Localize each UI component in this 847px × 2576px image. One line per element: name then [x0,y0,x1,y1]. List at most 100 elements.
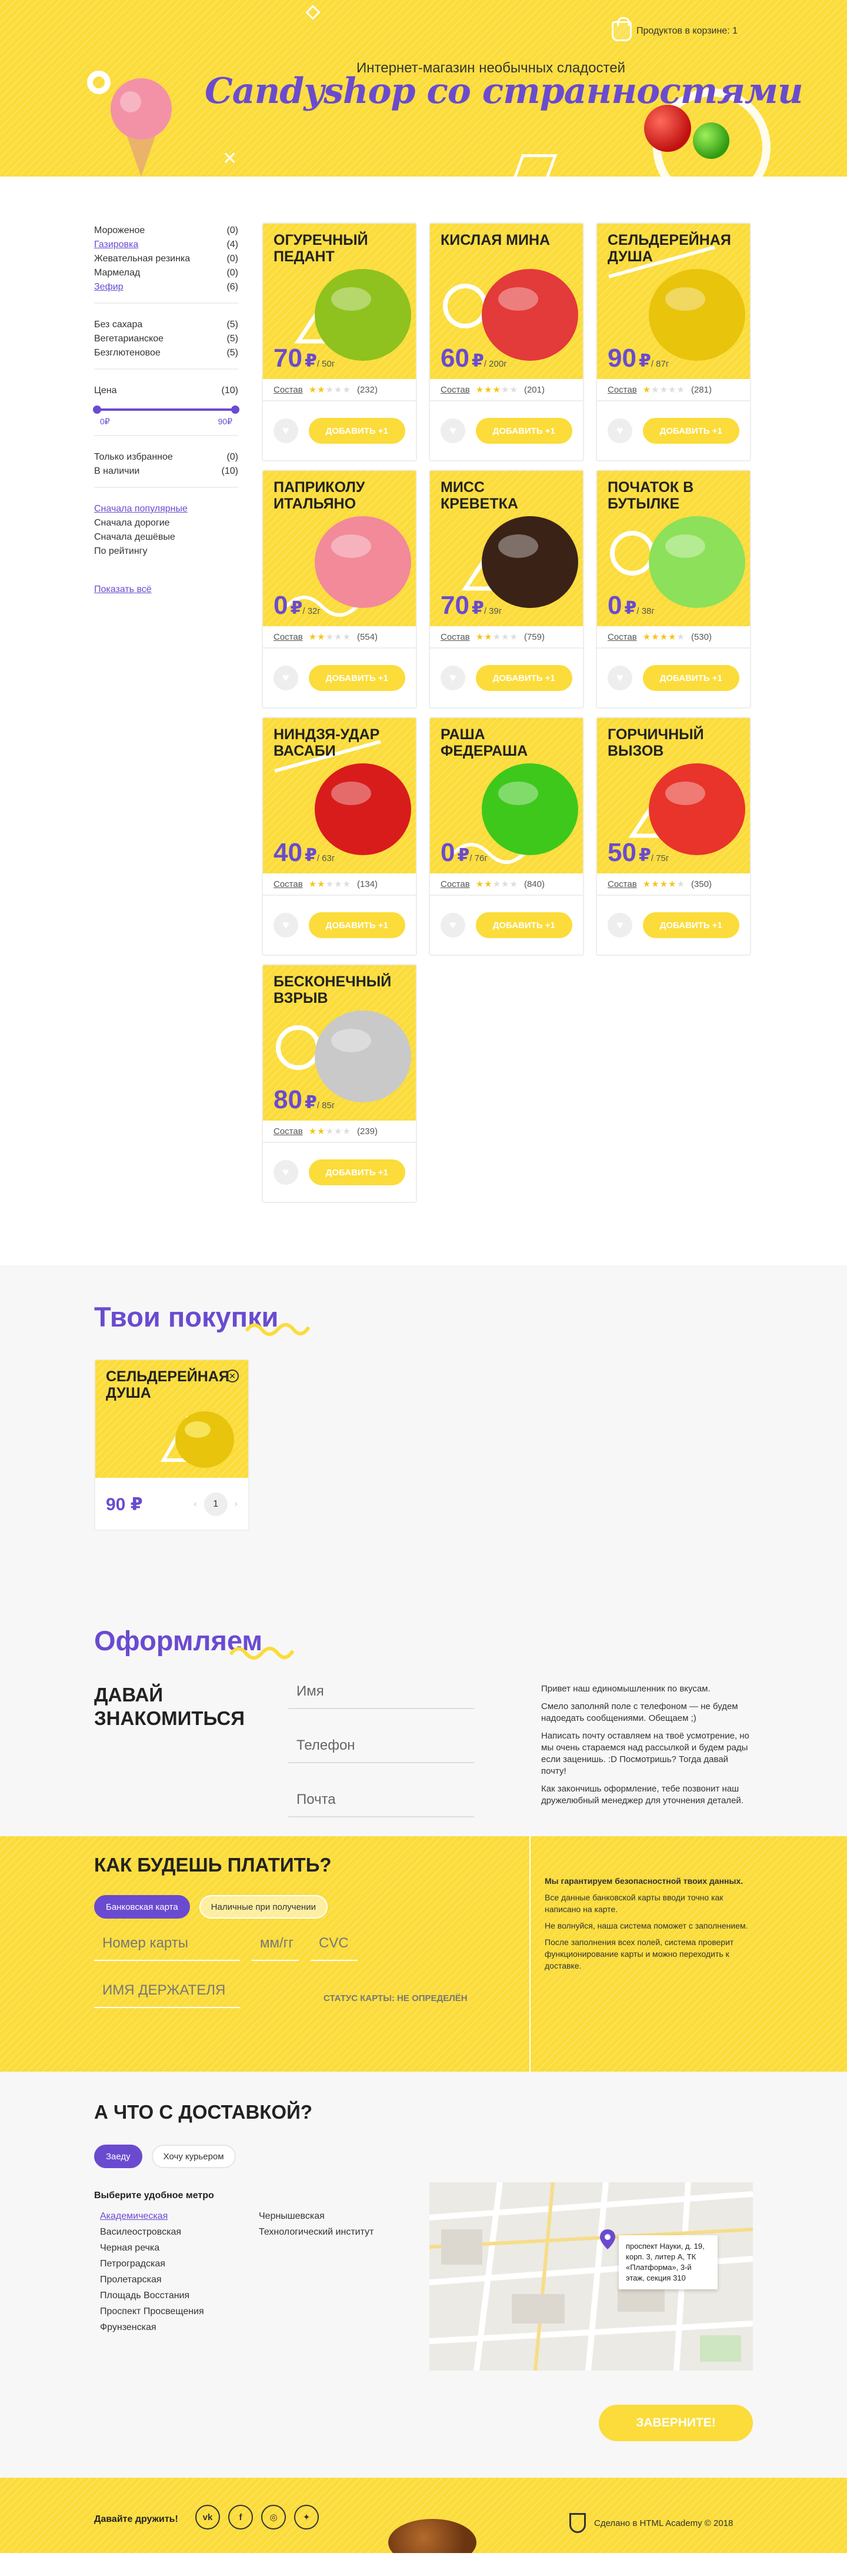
sort-option[interactable]: Сначала популярные [94,502,238,516]
metro-option[interactable]: Площадь Восстания [100,2288,204,2304]
favorite-icon[interactable]: ♥ [441,418,465,443]
card-number-field[interactable]: Номер карты [94,1935,240,1961]
composition-link[interactable]: Состав [441,879,470,889]
product-image-area[interactable]: Огуречный педант 70 ₽/ 50г [263,224,416,379]
facebook-icon[interactable]: f [228,2505,253,2530]
filter-checkbox[interactable]: Зефир (6) [94,280,238,294]
tab-courier[interactable]: Хочу курьером [151,2145,236,2168]
price-range-slider[interactable] [93,405,239,414]
add-to-cart-button[interactable]: Добавить +1 [475,418,572,444]
favorite-icon[interactable]: ♥ [608,666,632,690]
name-field[interactable]: Имя [288,1683,474,1709]
metro-option[interactable]: Василеостровская [100,2224,204,2240]
composition-link[interactable]: Состав [608,879,637,889]
metro-option[interactable]: Петроградская [100,2256,204,2272]
email-field[interactable]: Почта [288,1791,474,1817]
metro-option[interactable]: Академическая [100,2208,204,2224]
map-pin-icon[interactable] [600,2229,615,2249]
sort-option[interactable]: Сначала дорогие [94,516,238,530]
product-image-area[interactable]: Мисс креветка 70 ₽/ 39г [430,471,583,626]
product-image-area[interactable]: Сельдерейная душа 90 ₽/ 87г [597,224,750,379]
cart-link[interactable]: Продуктов в корзине: 1 [612,17,738,41]
metro-option[interactable]: Проспект Просвещения [100,2304,204,2319]
twitter-icon[interactable]: ✦ [294,2505,319,2530]
metro-option[interactable]: Чернышевская [259,2208,374,2224]
quantity-stepper[interactable]: ‹ 1 › [194,1493,238,1516]
add-to-cart-button[interactable]: Добавить +1 [308,665,405,691]
product-image-area[interactable]: Раша федераша 0 ₽/ 76г [430,718,583,873]
composition-link[interactable]: Состав [608,385,637,395]
metro-option[interactable]: Черная речка [100,2240,204,2256]
card-holder-field[interactable]: ИМЯ ДЕРЖАТЕЛЯ [94,1982,240,2008]
tab-bank-card[interactable]: Банковская карта [94,1895,190,1919]
filter-checkbox[interactable]: Безглютеновое (5) [94,346,238,360]
rating-stars: ★★★★★ [643,631,685,642]
add-to-cart-button[interactable]: Добавить +1 [308,1159,405,1185]
filter-checkbox[interactable]: Газировка (4) [94,238,238,252]
vk-icon[interactable]: vk [195,2505,220,2530]
note-paragraph: После заполнения всех полей, система про… [545,1937,734,1970]
phone-field[interactable]: Телефон [288,1737,474,1763]
composition-link[interactable]: Состав [274,385,303,395]
product-weight: / 39г [483,606,502,616]
product-image-area[interactable]: Кислая мина 60 ₽/ 200г [430,224,583,379]
remove-icon[interactable]: ✕ [226,1370,239,1382]
favorite-icon[interactable]: ♥ [608,913,632,938]
add-to-cart-button[interactable]: Добавить +1 [642,418,739,444]
cvc-field[interactable]: CVC [311,1935,358,1961]
map[interactable]: проспект Науки, д. 19, корп. 3, литер А,… [429,2182,753,2371]
filter-checkbox[interactable]: Мармелад (0) [94,266,238,280]
add-to-cart-button[interactable]: Добавить +1 [475,665,572,691]
favorite-icon[interactable]: ♥ [274,666,298,690]
add-to-cart-button[interactable]: Добавить +1 [308,912,405,938]
metro-option[interactable]: Фрунзенская [100,2319,204,2335]
product-grid: Огуречный педант 70 ₽/ 50г Состав ★★★★★ (232)… [262,222,756,1203]
logo[interactable]: Candyshop со странностями [205,71,803,112]
composition-link[interactable]: Состав [274,879,303,889]
composition-link[interactable]: Состав [274,632,303,642]
product-image-area[interactable]: Ниндзя-удар васаби 40 ₽/ 63г [263,718,416,873]
add-to-cart-button[interactable]: Добавить +1 [642,912,739,938]
academy-logo-icon[interactable] [569,2513,586,2533]
show-all-link[interactable]: Показать всё [94,584,152,595]
sort-option[interactable]: По рейтингу [94,544,238,559]
filter-checkbox[interactable]: Вегетарианское (5) [94,332,238,346]
composition-link[interactable]: Состав [441,385,470,395]
filter-checkbox[interactable]: Только избранное (0) [94,450,238,464]
favorite-icon[interactable]: ♥ [441,913,465,938]
filter-count: (6) [226,282,238,292]
composition-link[interactable]: Состав [274,1126,303,1136]
favorite-icon[interactable]: ♥ [274,1160,298,1185]
product-image-area[interactable]: Паприколу итальяно 0 ₽/ 32г [263,471,416,626]
metro-option[interactable]: Технологический институт [259,2224,374,2240]
favorite-icon[interactable]: ♥ [274,418,298,443]
sort-option[interactable]: Сначала дешёвые [94,530,238,544]
expiry-field[interactable]: мм/гг [252,1935,299,1961]
star-icon: ★ [668,879,677,889]
tab-cash[interactable]: Наличные при получении [199,1895,328,1919]
filter-checkbox[interactable]: Жевательная резинка (0) [94,252,238,266]
favorite-icon[interactable]: ♥ [441,666,465,690]
price-value: 70 [274,344,302,373]
filter-checkbox[interactable]: Мороженое (0) [94,224,238,238]
product-image-area[interactable]: Бесконечный взрыв 80 ₽/ 85г [263,965,416,1121]
product-image-area[interactable]: Початок в бутылке 0 ₽/ 38г [597,471,750,626]
tab-pickup[interactable]: Заеду [94,2145,142,2168]
add-to-cart-button[interactable]: Добавить +1 [308,418,405,444]
add-to-cart-button[interactable]: Добавить +1 [642,665,739,691]
metro-option[interactable]: Пролетарская [100,2272,204,2288]
composition-link[interactable]: Состав [441,632,470,642]
favorite-icon[interactable]: ♥ [608,418,632,443]
favorite-icon[interactable]: ♥ [274,913,298,938]
decrease-button[interactable]: ‹ [194,1499,196,1510]
increase-button[interactable]: › [235,1499,238,1510]
instagram-icon[interactable]: ◎ [261,2505,286,2530]
composition-link[interactable]: Состав [608,632,637,642]
submit-order-button[interactable]: Заверните! [599,2405,753,2441]
star-icon: ★ [308,385,318,395]
product-image-area[interactable]: Горчичный вызов 50 ₽/ 75г [597,718,750,873]
add-to-cart-button[interactable]: Добавить +1 [475,912,572,938]
filter-checkbox[interactable]: В наличии (10) [94,464,238,478]
filter-checkbox[interactable]: Без сахара (5) [94,318,238,332]
star-icon: ★ [509,879,518,889]
